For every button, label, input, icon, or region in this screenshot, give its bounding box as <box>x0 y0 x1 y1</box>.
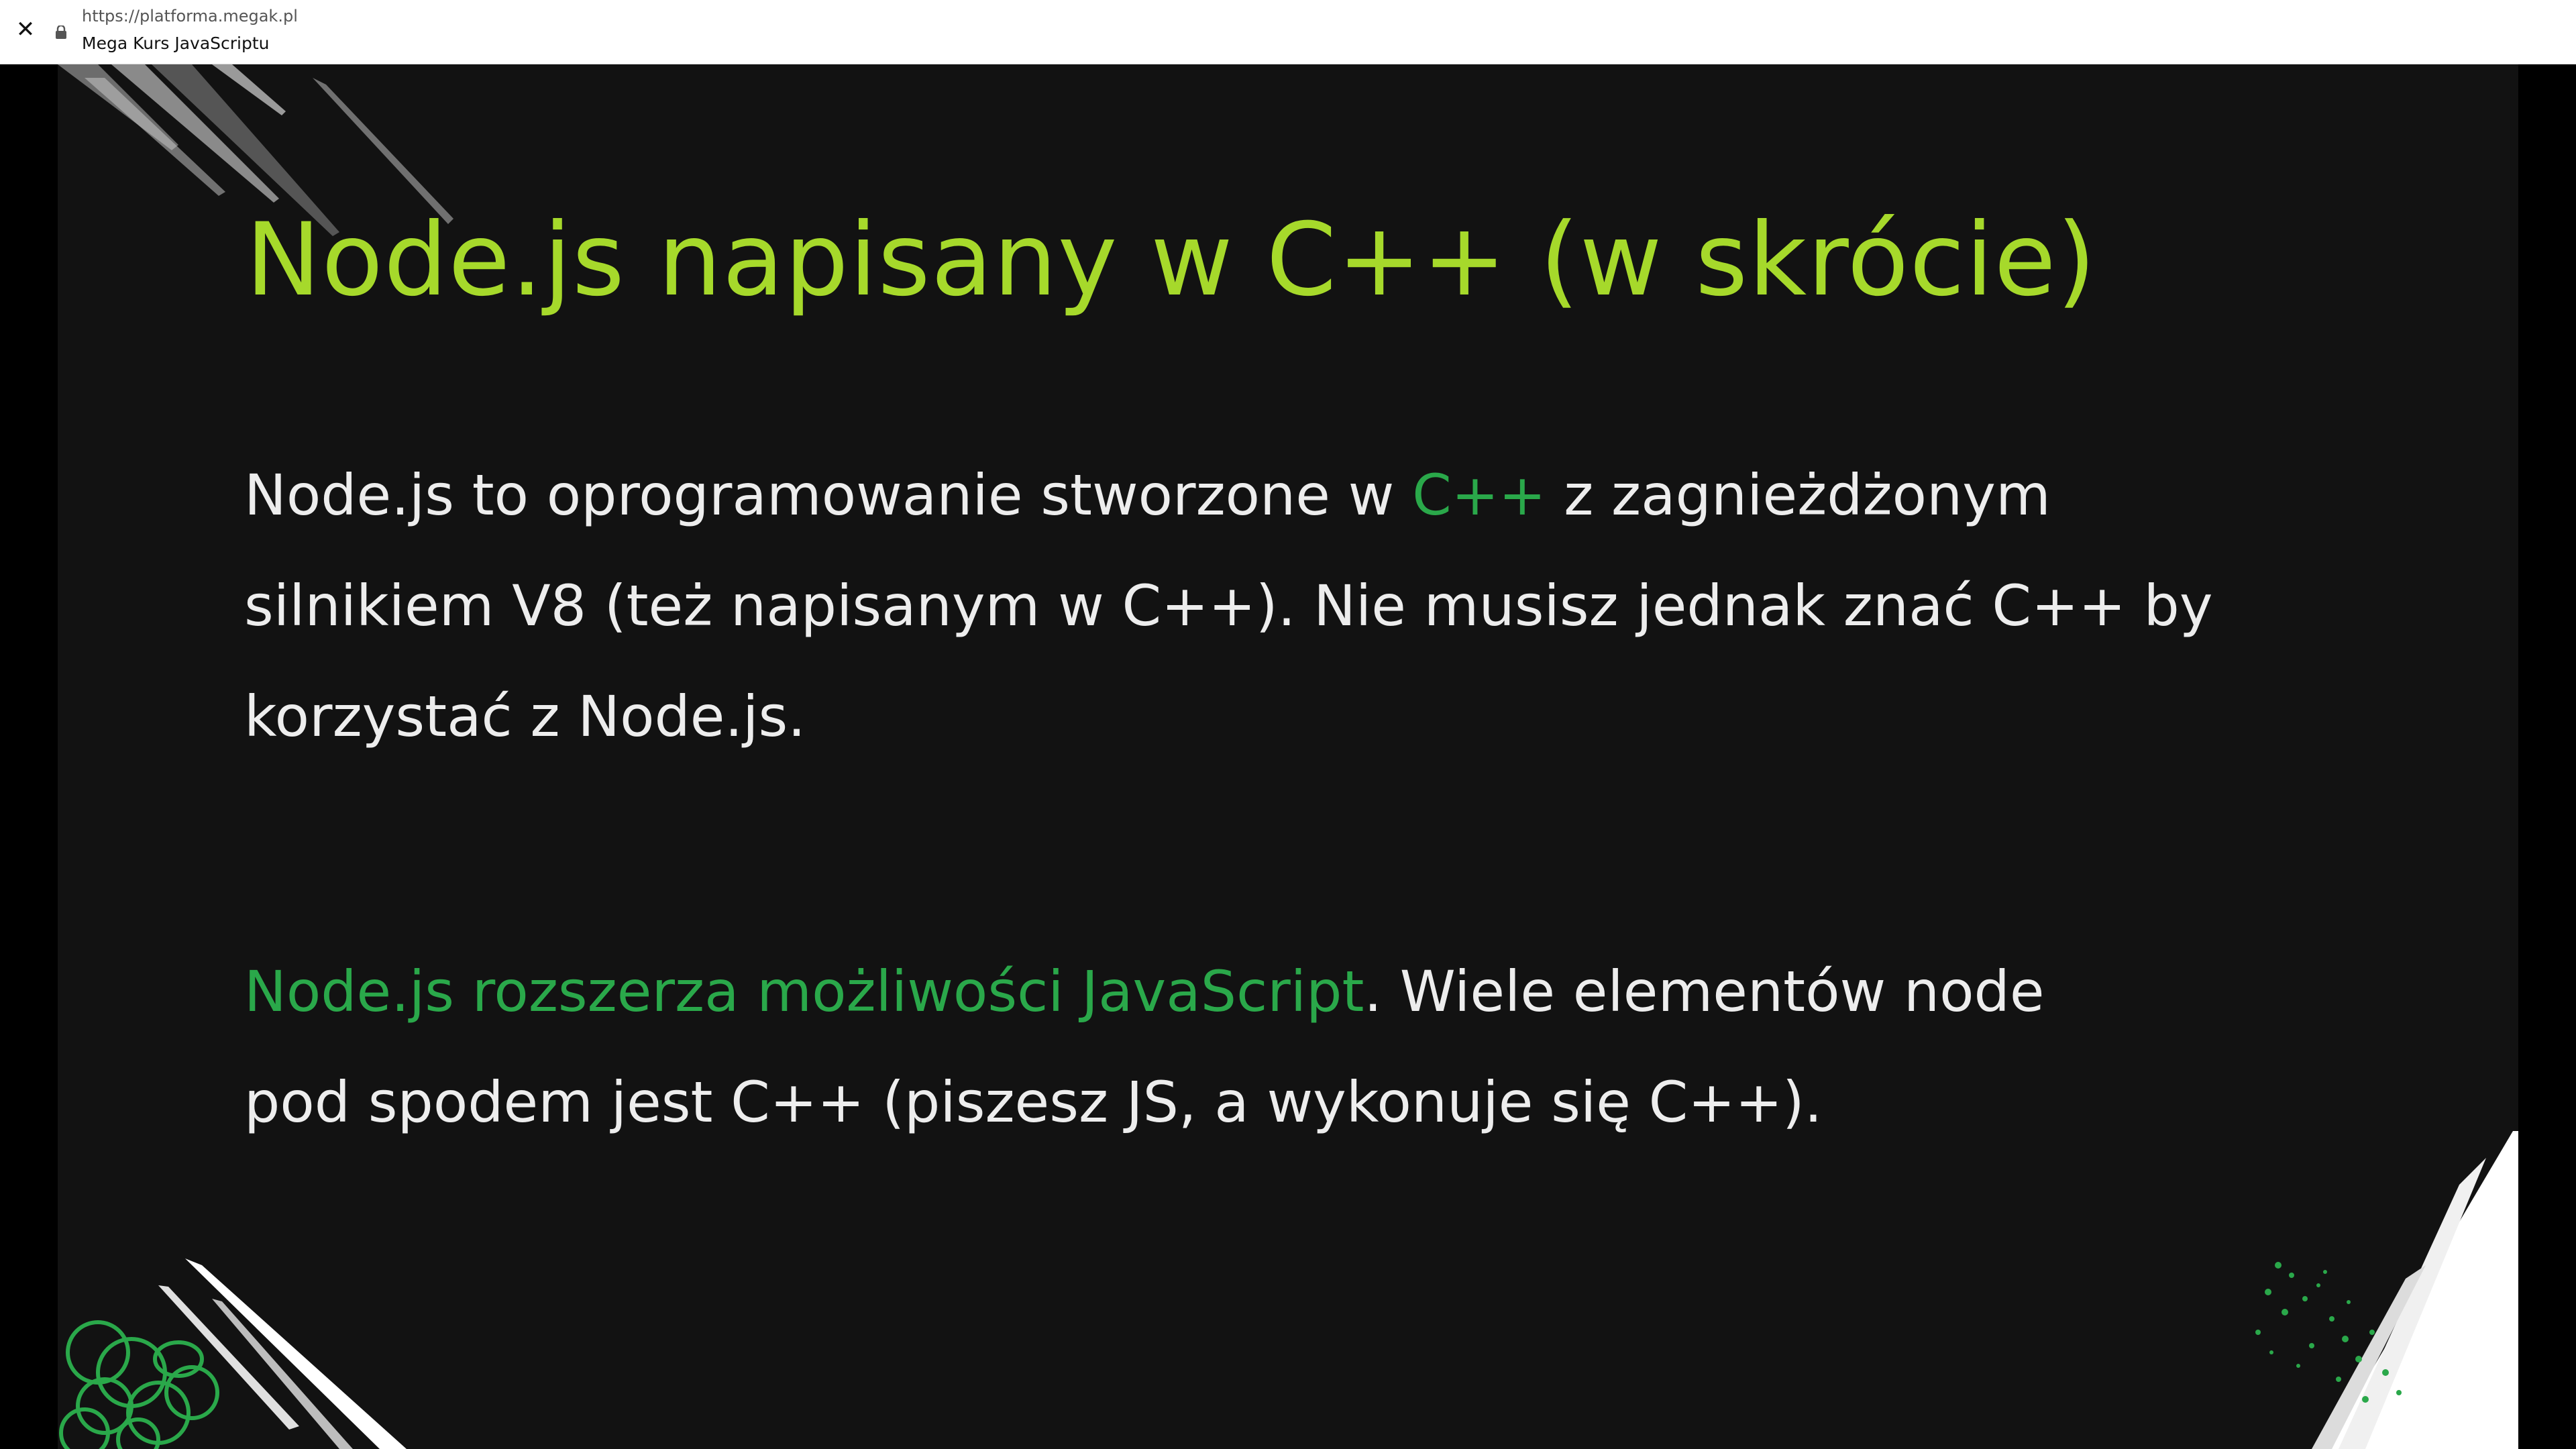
text-line: pod spodem jest C++ (piszesz JS, a wykon… <box>244 1069 1823 1135</box>
highlight-cpp: C++ <box>1412 462 1546 528</box>
text-line: silnikiem V8 (też napisanym w C++). Nie … <box>244 573 2213 639</box>
highlight-node-extends: Node.js rozszerza możliwości JavaScript <box>244 959 1364 1024</box>
lock-icon <box>56 25 66 39</box>
close-button[interactable]: ✕ <box>13 16 38 43</box>
url-text: https://platforma.megak.pl <box>82 7 298 25</box>
text-segment: . Wiele elementów node <box>1364 959 2045 1024</box>
slide-title: Node.js napisany w C++ (w skrócie) <box>246 202 2097 319</box>
browser-topbar: ✕ https://platforma.megak.pl Mega Kurs J… <box>0 0 2576 64</box>
text-line: korzystać z Node.js. <box>244 684 806 749</box>
text-segment: z zagnieżdżonym <box>1546 462 2051 528</box>
scribble-decoration-bottom-left <box>59 1258 407 1449</box>
brush-stroke-decoration-bottom-right <box>2255 1131 2518 1449</box>
close-icon: ✕ <box>15 16 36 43</box>
page-title: Mega Kurs JavaScriptu <box>82 34 270 53</box>
paragraph-node-extends: Node.js rozszerza możliwości JavaScript.… <box>244 936 2458 1158</box>
presentation-slide: Node.js napisany w C++ (w skrócie) Node.… <box>58 64 2518 1449</box>
video-stage: Node.js napisany w C++ (w skrócie) Node.… <box>0 64 2576 1449</box>
paragraph-cpp-intro: Node.js to oprogramowanie stworzone w C+… <box>244 440 2458 772</box>
text-segment: Node.js to oprogramowanie stworzone w <box>244 462 1413 528</box>
